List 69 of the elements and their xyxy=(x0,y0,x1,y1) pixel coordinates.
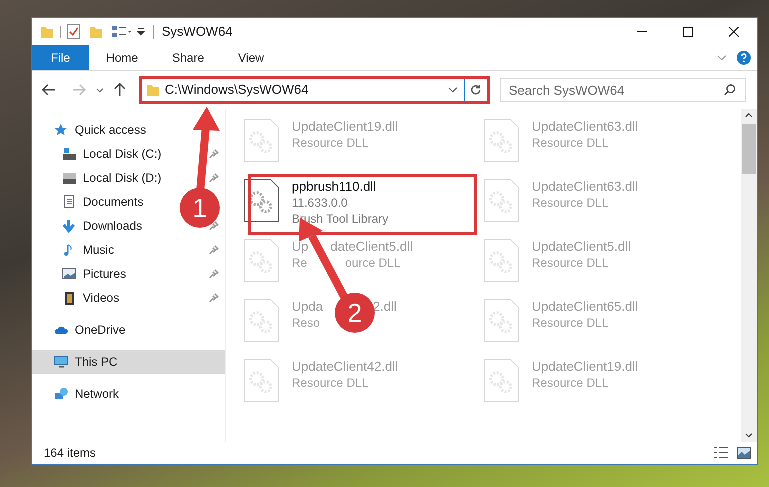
properties-icon[interactable] xyxy=(67,24,81,40)
sidebar-item[interactable]: Videos xyxy=(83,289,120,307)
file-detail: ource DLL xyxy=(345,255,401,271)
pc-icon xyxy=(54,355,69,369)
pin-icon[interactable] xyxy=(209,221,219,231)
sidebar-item[interactable]: OneDrive xyxy=(75,321,126,339)
sidebar-item[interactable]: Local Disk (D:) xyxy=(83,169,162,187)
file-detail: Resource DLL xyxy=(532,195,610,211)
ribbon-tab[interactable]: Home xyxy=(89,45,156,70)
ribbon-tab[interactable]: File xyxy=(32,45,90,70)
file-gears-icon[interactable] xyxy=(244,179,280,223)
file-detail: Resource DLL xyxy=(292,135,370,151)
disk-c-icon xyxy=(62,147,77,161)
chevron-down-icon[interactable] xyxy=(96,88,104,92)
sidebar-item[interactable]: Network xyxy=(75,385,120,403)
pin-icon[interactable] xyxy=(209,149,219,159)
window-title: SysWOW64 xyxy=(162,22,233,41)
address-text: C:\Windows\SysWOW64 xyxy=(165,81,309,100)
sidebar-item[interactable]: Quick access xyxy=(75,121,146,139)
file-detail: Resource DLL xyxy=(532,135,610,151)
file-detail: Resource DLL xyxy=(292,375,370,391)
pin-icon[interactable] xyxy=(209,293,219,303)
scrollbar[interactable] xyxy=(741,109,757,442)
search-field[interactable]: Search SysWOW64 xyxy=(500,78,746,102)
up-arrow-icon[interactable] xyxy=(114,83,126,97)
folder-icon xyxy=(40,24,54,38)
item-count: 164 items xyxy=(44,445,96,462)
new-folder-icon[interactable] xyxy=(89,24,103,38)
pin-icon[interactable] xyxy=(209,269,219,279)
pictures-icon xyxy=(62,267,77,281)
scrollbar-thumb[interactable] xyxy=(742,124,756,174)
file-detail: 11.633.0.0 xyxy=(292,195,349,211)
ribbon-tab[interactable]: View xyxy=(221,45,282,70)
sidebar-item[interactable]: Documents xyxy=(83,193,144,211)
downloads-icon xyxy=(62,219,77,233)
network-icon xyxy=(54,387,69,401)
pin-icon[interactable] xyxy=(209,173,219,183)
file-detail: Reso xyxy=(292,315,320,331)
large-icons-view-icon[interactable] xyxy=(737,447,751,459)
folder-icon xyxy=(146,83,160,97)
chevron-up-icon[interactable] xyxy=(745,113,753,118)
videos-icon xyxy=(62,291,77,305)
search-icon xyxy=(724,84,736,96)
chevron-down-icon[interactable] xyxy=(745,433,753,438)
maximize-icon xyxy=(683,26,693,36)
ribbon-tab[interactable]: Share xyxy=(155,45,222,70)
file-detail: Resource DLL xyxy=(532,315,610,331)
sidebar-item[interactable]: Local Disk (C:) xyxy=(83,145,162,163)
file-name[interactable]: ppbrush110.dll xyxy=(292,179,388,195)
back-arrow-icon[interactable] xyxy=(42,84,56,96)
close-icon xyxy=(729,26,739,36)
chevron-down-icon[interactable] xyxy=(448,87,458,93)
forward-arrow-icon[interactable] xyxy=(72,84,86,96)
sidebar-item[interactable]: Pictures xyxy=(83,265,126,283)
dropdown-icon[interactable] xyxy=(137,28,145,36)
file-detail: Resource DLL xyxy=(532,375,610,391)
minimize-icon xyxy=(637,31,647,32)
sidebar-item[interactable]: Music xyxy=(83,241,114,259)
help-icon[interactable] xyxy=(737,50,751,64)
pin-icon[interactable] xyxy=(209,245,219,255)
documents-icon xyxy=(62,195,77,209)
sidebar-item[interactable]: This PC xyxy=(32,350,225,374)
file-detail: Resource DLL xyxy=(532,255,610,271)
details-view-icon[interactable] xyxy=(713,447,729,459)
file-detail: Re xyxy=(292,255,308,271)
address-bar[interactable]: C:\Windows\SysWOW64 xyxy=(139,76,490,104)
sidebar-item[interactable]: Downloads xyxy=(83,217,142,235)
refresh-icon[interactable] xyxy=(470,84,482,96)
view-icon[interactable] xyxy=(111,24,133,38)
